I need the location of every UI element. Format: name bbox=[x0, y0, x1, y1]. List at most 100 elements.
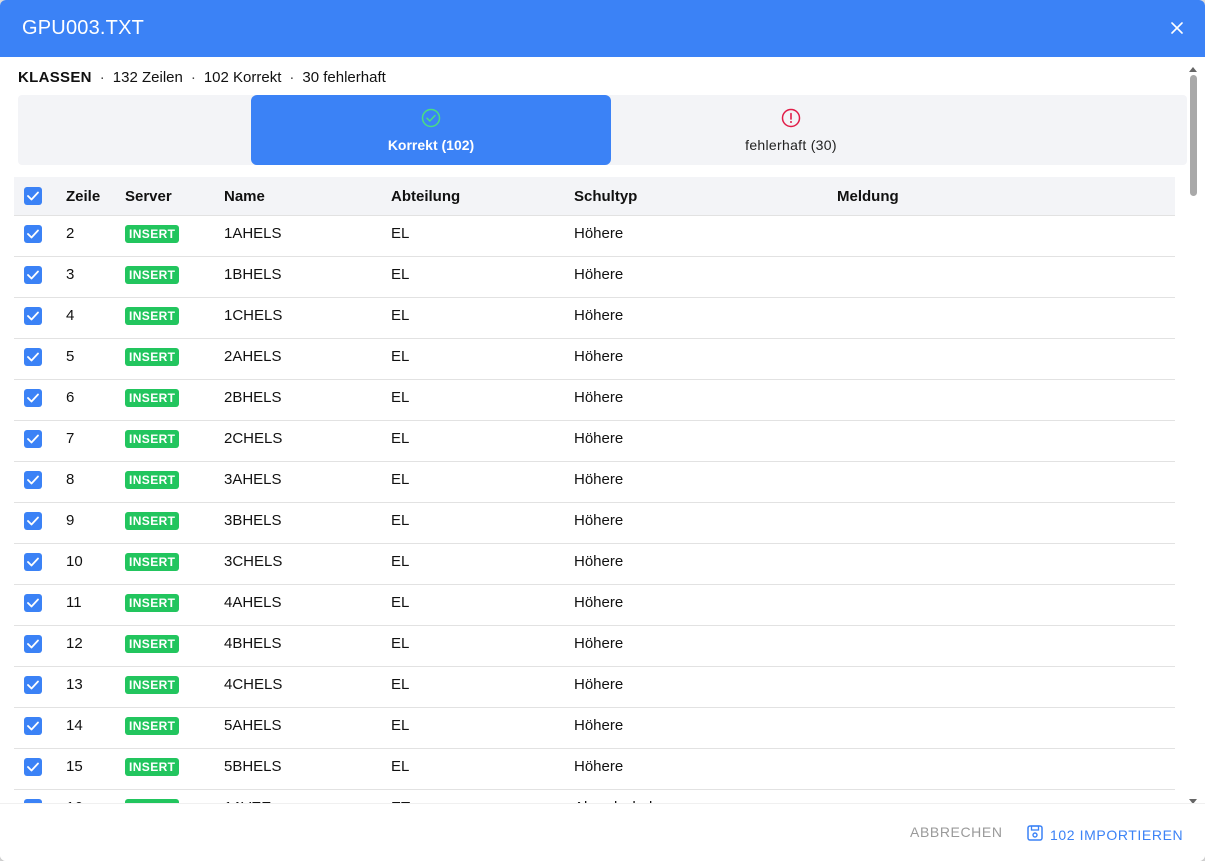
table-row[interactable]: 14 INSERT 5AHELS EL Höhere bbox=[14, 708, 1175, 749]
status-badge: INSERT bbox=[125, 716, 180, 735]
summary-separator: · bbox=[99, 69, 105, 86]
table-row[interactable]: 5 INSERT 2AHELS EL Höhere bbox=[14, 339, 1175, 380]
cell-name: 4CHELS bbox=[224, 676, 283, 693]
row-checkbox[interactable] bbox=[24, 470, 42, 489]
cell-abteilung: EL bbox=[391, 307, 410, 324]
cell-name: 3AHELS bbox=[224, 471, 282, 488]
cell-schultyp: Höhere bbox=[574, 717, 624, 734]
row-checkbox[interactable] bbox=[24, 224, 42, 243]
row-checkbox[interactable] bbox=[24, 757, 42, 776]
table-row[interactable]: 8 INSERT 3AHELS EL Höhere bbox=[14, 462, 1175, 503]
column-header-abteilung[interactable]: Abteilung bbox=[391, 188, 574, 205]
cell-schultyp: Höhere bbox=[574, 348, 624, 365]
row-checkbox[interactable] bbox=[24, 388, 42, 407]
status-badge: INSERT bbox=[125, 470, 180, 489]
cell-schultyp: Höhere bbox=[574, 389, 624, 406]
row-checkbox[interactable] bbox=[24, 511, 42, 530]
row-checkbox[interactable] bbox=[24, 593, 42, 612]
column-header-schultyp[interactable]: Schultyp bbox=[574, 188, 837, 205]
row-checkbox[interactable] bbox=[24, 716, 42, 735]
table-row[interactable]: 15 INSERT 5BHELS EL Höhere bbox=[14, 749, 1175, 790]
scroll-up-icon[interactable] bbox=[1189, 61, 1197, 72]
table-row[interactable]: 9 INSERT 3BHELS EL Höhere bbox=[14, 503, 1175, 544]
table-row[interactable]: 12 INSERT 4BHELS EL Höhere bbox=[14, 626, 1175, 667]
cell-zeile: 6 bbox=[66, 389, 75, 406]
dialog-content[interactable]: KLASSEN · 132 Zeilen · 102 Korrekt · 30 … bbox=[0, 57, 1205, 803]
row-checkbox[interactable] bbox=[24, 675, 42, 694]
cell-name: 2BHELS bbox=[224, 389, 282, 406]
close-icon[interactable] bbox=[1167, 18, 1187, 38]
cell-name: 3BHELS bbox=[224, 512, 282, 529]
cell-name: 1BHELS bbox=[224, 266, 282, 283]
cell-schultyp: Höhere bbox=[574, 430, 624, 447]
status-badge: INSERT bbox=[125, 511, 180, 530]
tab-correct[interactable]: Korrekt (102) bbox=[251, 95, 611, 165]
table-row[interactable]: 7 INSERT 2CHELS EL Höhere bbox=[14, 421, 1175, 462]
cell-abteilung: EL bbox=[391, 717, 410, 734]
cell-abteilung: EL bbox=[391, 635, 410, 652]
cell-schultyp: Höhere bbox=[574, 512, 624, 529]
select-all-checkbox[interactable] bbox=[24, 187, 42, 205]
table-row[interactable]: 16INSERT1AVEEETAbendschule bbox=[14, 790, 1175, 803]
table-row[interactable]: 4 INSERT 1CHELS EL Höhere bbox=[14, 298, 1175, 339]
cancel-button[interactable]: ABBRECHEN bbox=[910, 824, 1003, 840]
table-row[interactable]: 11 INSERT 4AHELS EL Höhere bbox=[14, 585, 1175, 626]
cell-zeile: 15 bbox=[66, 758, 83, 775]
content-scrollbar[interactable] bbox=[1187, 57, 1199, 803]
row-checkbox[interactable] bbox=[24, 552, 42, 571]
status-badge: INSERT bbox=[125, 757, 180, 776]
row-checkbox[interactable] bbox=[24, 306, 42, 325]
cell-abteilung: EL bbox=[391, 348, 410, 365]
cell-zeile: 5 bbox=[66, 348, 75, 365]
status-badge: INSERT bbox=[125, 388, 180, 407]
cell-name: 5AHELS bbox=[224, 717, 282, 734]
status-tabs: Korrekt (102) fehlerhaft (30) bbox=[18, 95, 1187, 165]
scroll-down-icon[interactable] bbox=[1189, 792, 1197, 803]
table-row[interactable]: 3 INSERT 1BHELS EL Höhere bbox=[14, 257, 1175, 298]
row-checkbox[interactable] bbox=[24, 347, 42, 366]
cell-zeile: 11 bbox=[66, 594, 82, 611]
column-header-server[interactable]: Server bbox=[125, 188, 224, 205]
status-badge: INSERT bbox=[125, 634, 180, 653]
cell-schultyp: Höhere bbox=[574, 635, 624, 652]
dialog-titlebar: GPU003.TXT bbox=[0, 0, 1205, 57]
tab-faulty[interactable]: fehlerhaft (30) bbox=[611, 95, 971, 165]
row-checkbox[interactable] bbox=[24, 429, 42, 448]
scrollbar-thumb[interactable] bbox=[1190, 75, 1197, 196]
cell-schultyp: Höhere bbox=[574, 307, 624, 324]
column-header-name[interactable]: Name bbox=[224, 188, 391, 205]
status-badge: INSERT bbox=[125, 347, 180, 366]
cell-zeile: 12 bbox=[66, 635, 83, 652]
cell-abteilung: EL bbox=[391, 758, 410, 775]
status-badge: INSERT bbox=[125, 306, 180, 325]
table-row[interactable]: 2 INSERT 1AHELS EL Höhere bbox=[14, 216, 1175, 257]
cell-abteilung: EL bbox=[391, 512, 410, 529]
cell-schultyp: Höhere bbox=[574, 266, 624, 283]
row-checkbox[interactable] bbox=[24, 265, 42, 284]
cell-abteilung: EL bbox=[391, 594, 410, 611]
status-badge: INSERT bbox=[125, 429, 180, 448]
summary-row-count: 132 Zeilen bbox=[112, 69, 183, 86]
cell-name: 2CHELS bbox=[224, 430, 283, 447]
column-header-meldung[interactable]: Meldung bbox=[837, 188, 1175, 205]
row-checkbox[interactable] bbox=[24, 634, 42, 653]
status-badge: INSERT bbox=[125, 265, 180, 284]
cell-name: 4BHELS bbox=[224, 635, 282, 652]
import-button[interactable]: 102 IMPORTIEREN bbox=[1026, 824, 1183, 845]
cell-abteilung: EL bbox=[391, 266, 410, 283]
table-row[interactable]: 6 INSERT 2BHELS EL Höhere bbox=[14, 380, 1175, 421]
tab-faulty-label: fehlerhaft (30) bbox=[745, 136, 837, 153]
column-header-zeile[interactable]: Zeile bbox=[66, 188, 125, 205]
summary-separator: · bbox=[190, 69, 196, 86]
table-row[interactable]: 10 INSERT 3CHELS EL Höhere bbox=[14, 544, 1175, 585]
summary-separator: · bbox=[289, 69, 295, 86]
cell-abteilung: EL bbox=[391, 225, 410, 242]
table-row[interactable]: 13 INSERT 4CHELS EL Höhere bbox=[14, 667, 1175, 708]
table-body: 2 INSERT 1AHELS EL Höhere 3 INSERT 1BHELS EL Höhe… bbox=[14, 216, 1175, 803]
cell-schultyp: Höhere bbox=[574, 676, 624, 693]
dialog-title: GPU003.TXT bbox=[22, 17, 145, 39]
summary-faulty-count: 30 fehlerhaft bbox=[302, 69, 386, 86]
cell-zeile: 10 bbox=[66, 553, 83, 570]
cell-schultyp: Höhere bbox=[574, 594, 624, 611]
import-button-label: 102 IMPORTIEREN bbox=[1050, 826, 1184, 843]
